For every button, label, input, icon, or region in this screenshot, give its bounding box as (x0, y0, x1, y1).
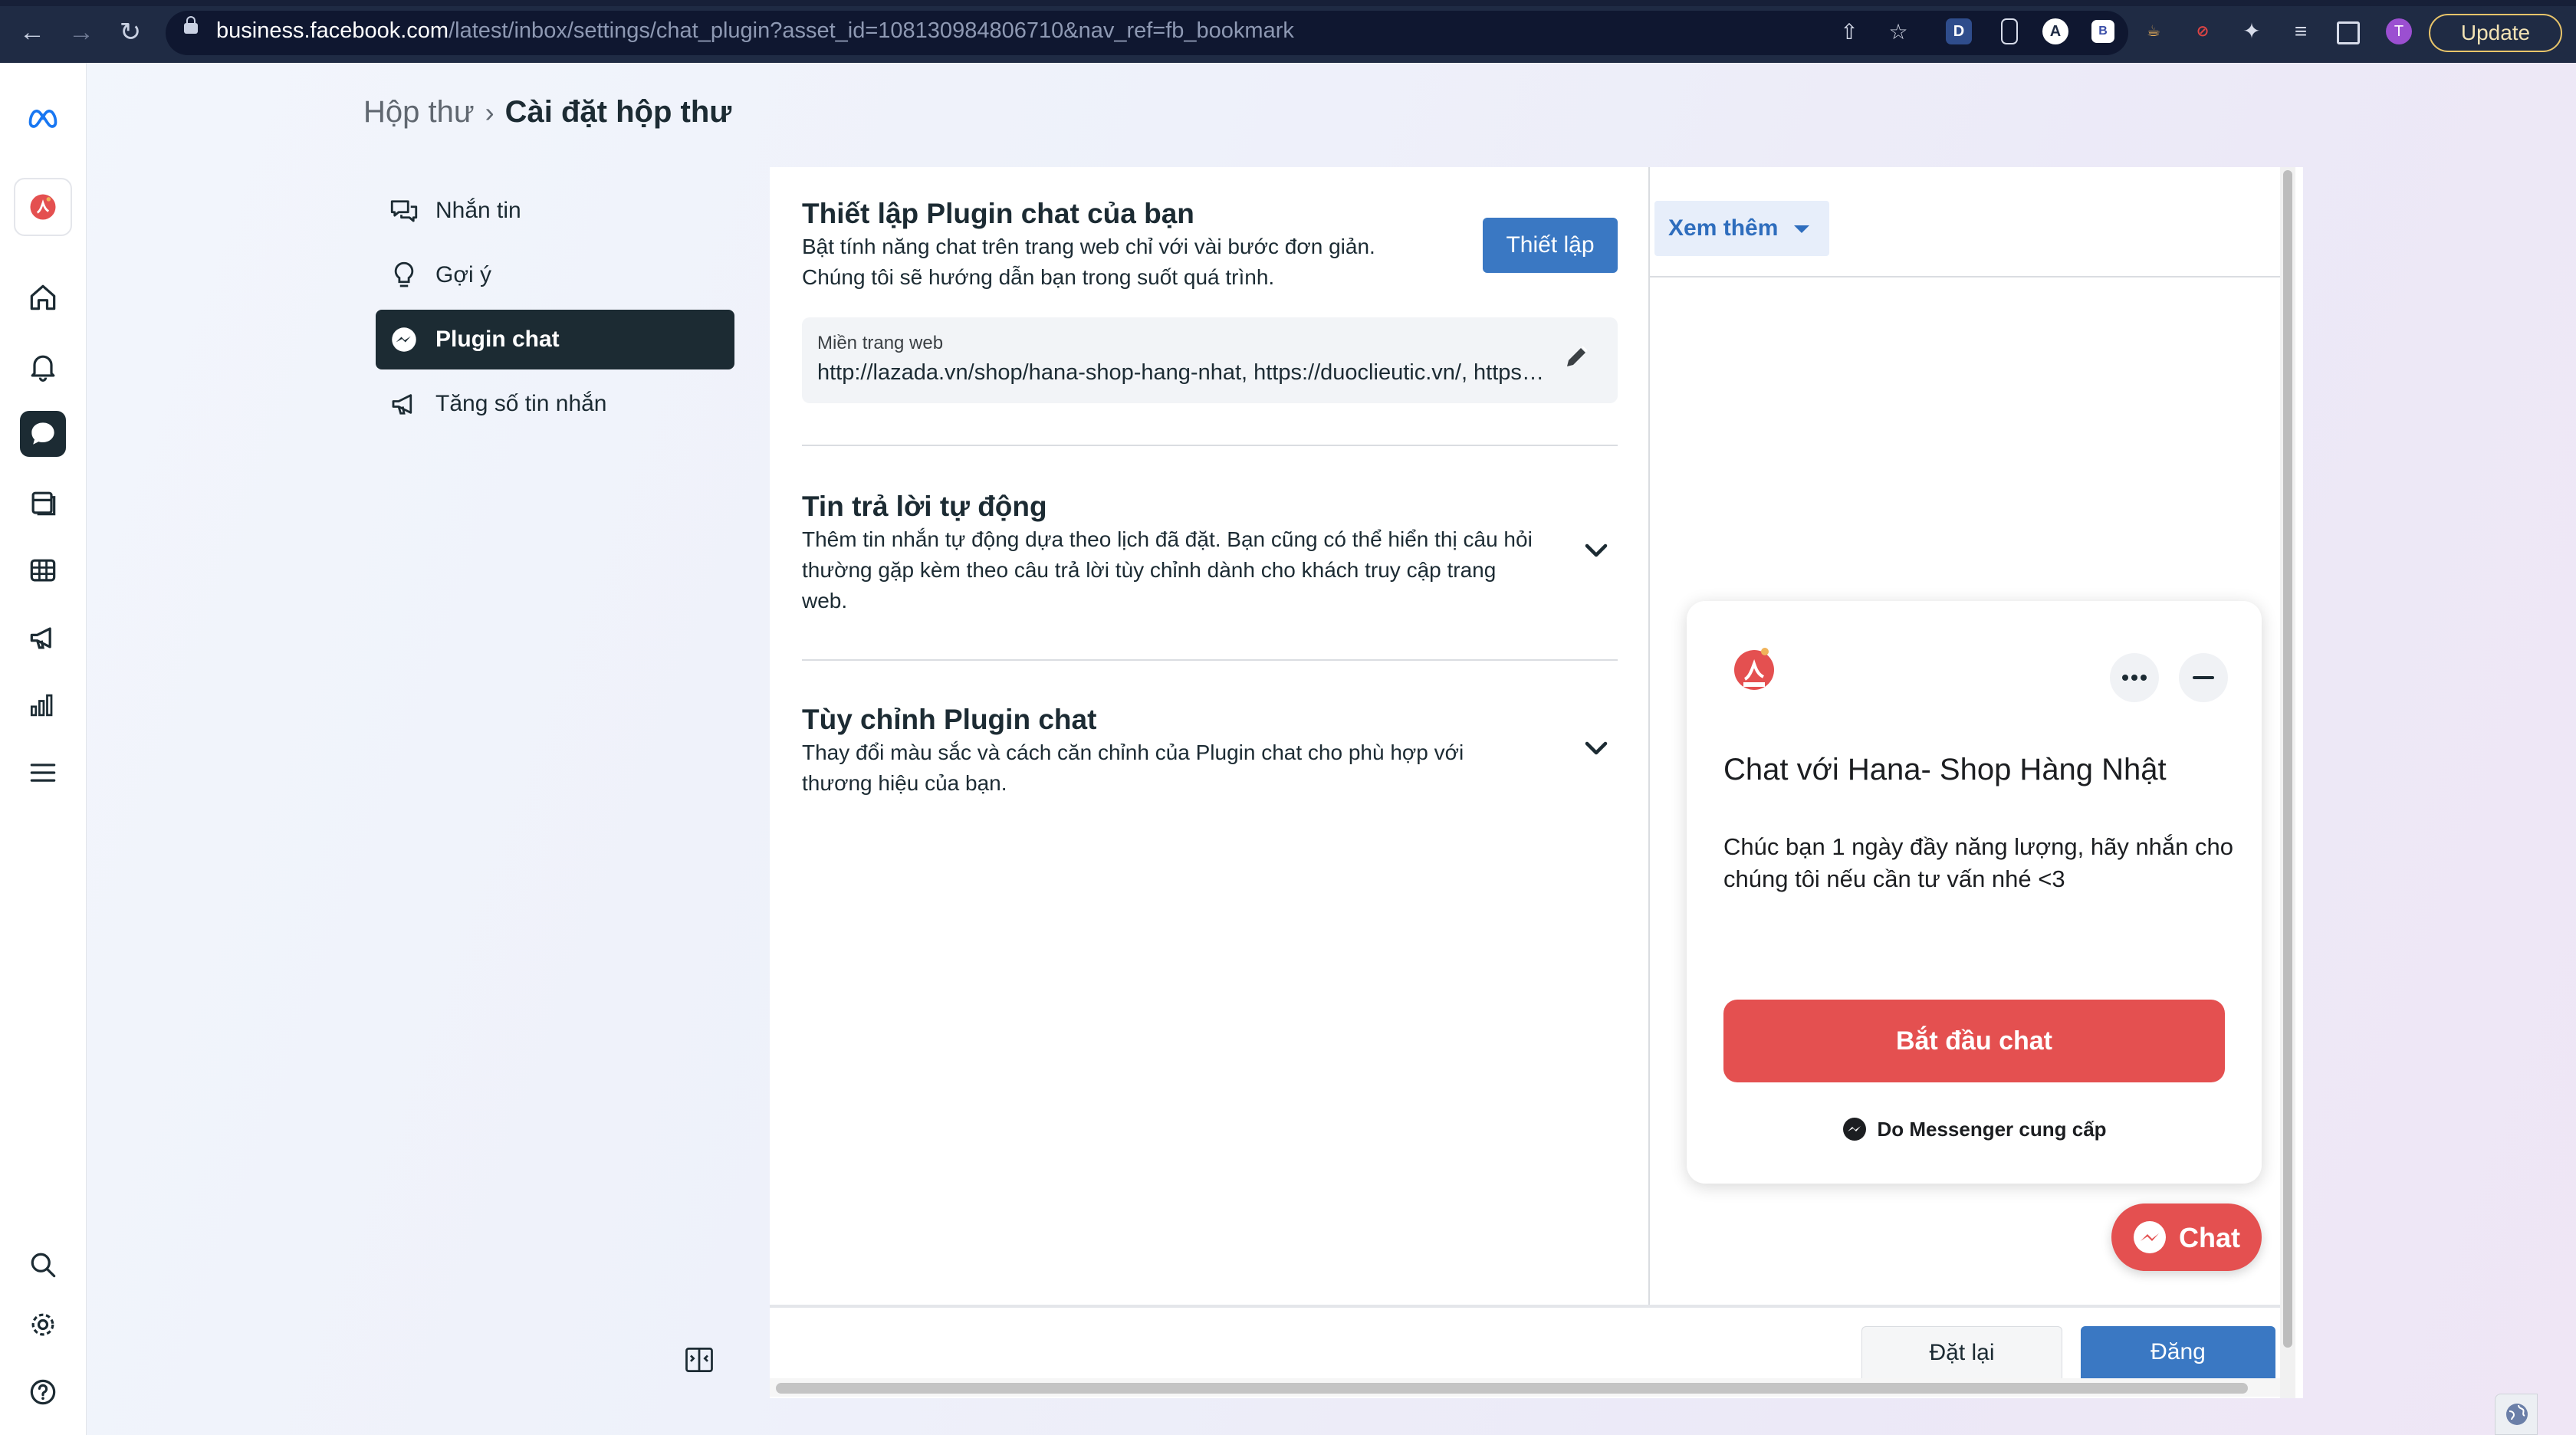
shop-logo-icon[interactable] (14, 178, 72, 236)
home-icon[interactable] (20, 274, 66, 320)
address-url[interactable]: business.facebook.com/latest/inbox/setti… (216, 18, 1294, 44)
start-chat-button[interactable]: Bắt đầu chat (1723, 1000, 2225, 1082)
reset-button[interactable]: Đặt lại (1861, 1326, 2062, 1378)
subnav-label: Gợi ý (435, 262, 492, 287)
bell-icon[interactable] (20, 343, 66, 389)
inbox-icon[interactable] (20, 411, 66, 457)
globe-icon (2506, 1404, 2528, 1425)
star-icon[interactable]: ☆ (1886, 20, 1911, 44)
customize-description: Thay đổi màu sắc và cách căn chỉnh của P… (802, 740, 1464, 795)
puzzle-icon[interactable]: ✦ (2239, 18, 2265, 44)
breadcrumb-parent[interactable]: Hộp thư (363, 95, 475, 129)
insights-chart-icon[interactable] (20, 682, 66, 728)
section-divider (802, 445, 1618, 446)
subnav-label: Plugin chat (435, 327, 560, 352)
messenger-icon (1843, 1118, 1867, 1141)
reading-list-icon[interactable]: ≡ (2288, 18, 2314, 44)
caret-down-icon (1794, 225, 1809, 233)
breadcrumb: Hộp thư › Cài đặt hộp thư (363, 95, 731, 130)
profile-avatar[interactable]: T (2386, 18, 2412, 44)
extension-cup-icon[interactable]: ☕ (2141, 18, 2167, 44)
language-button[interactable] (2495, 1394, 2538, 1435)
back-arrow-icon[interactable]: ← (17, 17, 48, 48)
lock-icon (184, 16, 198, 34)
reload-icon[interactable]: ↻ (115, 17, 146, 48)
lightbulb-icon (394, 261, 414, 287)
minus-icon (2193, 676, 2214, 679)
setup-description-line1: Bật tính năng chat trên trang web chỉ vớ… (802, 235, 1375, 258)
menu-icon[interactable] (20, 750, 66, 796)
chat-launcher-button[interactable]: Chat (2111, 1203, 2262, 1271)
table-icon[interactable] (20, 547, 66, 593)
domain-value: http://lazada.vn/shop/hana-shop-hang-nha… (817, 360, 1546, 385)
scrollbar-thumb[interactable] (2283, 170, 2292, 1348)
megaphone-icon (392, 394, 412, 415)
publish-button[interactable]: Đăng (2081, 1326, 2275, 1378)
chat-plugin-preview-card: Chat với Hana- Shop Hàng Nhật Chúc bạn 1… (1687, 601, 2262, 1184)
gear-icon[interactable] (20, 1302, 66, 1348)
subnav-item-plugin-chat[interactable]: Plugin chat (376, 310, 734, 369)
chat-card-title: Chat với Hana- Shop Hàng Nhật (1723, 753, 2167, 786)
extension-stop-icon[interactable]: ⊘ (2190, 18, 2216, 44)
messenger-icon (392, 327, 416, 352)
posts-icon[interactable] (20, 480, 66, 526)
extension-a-icon[interactable]: A (2042, 18, 2068, 44)
messenger-icon (2134, 1221, 2166, 1253)
chat-launcher-label: Chat (2179, 1222, 2240, 1253)
setup-title: Thiết lập Plugin chat của bạn (802, 198, 1194, 229)
more-options-button[interactable] (2110, 653, 2159, 702)
tab-strip-edge (0, 0, 2576, 6)
side-panel-icon[interactable] (2337, 21, 2360, 44)
subnav-label: Nhắn tin (435, 198, 521, 223)
meta-logo-icon[interactable] (20, 95, 66, 141)
subnav-item-messaging[interactable]: Nhắn tin (376, 181, 734, 241)
chevron-right-icon: › (485, 97, 495, 128)
collapse-panel-icon[interactable] (682, 1343, 716, 1377)
chevron-down-icon[interactable] (1579, 534, 1613, 567)
chat-bubbles-icon (390, 200, 418, 222)
powered-by-messenger: Do Messenger cung cấp (1687, 1116, 2262, 1142)
megaphone-icon[interactable] (20, 615, 66, 661)
auto-reply-title: Tin trả lời tự động (802, 491, 1047, 522)
shop-logo-icon (1734, 648, 1774, 690)
left-rail (0, 63, 87, 1435)
domain-label: Miền trang web (817, 333, 944, 353)
see-more-dropdown[interactable]: Xem thêm (1654, 201, 1829, 256)
section-divider (802, 659, 1618, 661)
page-title: Cài đặt hộp thư (504, 95, 732, 129)
pencil-icon[interactable] (1561, 342, 1592, 373)
minimize-button[interactable] (2179, 653, 2228, 702)
see-more-label: Xem thêm (1668, 215, 1779, 241)
subnav-item-boost-messages[interactable]: Tăng số tin nhắn (376, 374, 734, 434)
phone-icon[interactable] (2001, 18, 2018, 44)
search-icon[interactable] (20, 1242, 66, 1288)
chevron-down-icon[interactable] (1579, 731, 1613, 765)
setup-button[interactable]: Thiết lập (1483, 218, 1618, 273)
share-icon[interactable]: ⇧ (1837, 20, 1861, 44)
horizontal-scrollbar[interactable] (770, 1378, 2280, 1397)
update-button[interactable]: Update (2429, 14, 2562, 52)
auto-reply-description: Thêm tin nhắn tự động dựa theo lịch đã đ… (802, 527, 1533, 612)
scrollbar-thumb[interactable] (776, 1383, 2248, 1394)
customize-title: Tùy chỉnh Plugin chat (802, 704, 1097, 735)
vertical-scrollbar[interactable] (2280, 167, 2295, 1398)
website-domain-field[interactable]: Miền trang web http://lazada.vn/shop/han… (802, 317, 1618, 403)
forward-arrow-icon[interactable]: → (66, 17, 97, 48)
greeting-message: Chúc bạn 1 ngày đầy năng lượng, hãy nhắn… (1723, 833, 2234, 892)
subnav-item-suggestions[interactable]: Gợi ý (376, 245, 734, 305)
setup-description-line2: Chúng tôi sẽ hướng dẫn bạn trong suốt qu… (802, 265, 1275, 289)
extension-b-icon[interactable]: B (2091, 20, 2114, 43)
extension-d-icon[interactable]: D (1946, 18, 1972, 44)
help-icon[interactable] (20, 1369, 66, 1415)
subnav-label: Tăng số tin nhắn (435, 391, 607, 416)
more-dots-icon (2122, 675, 2147, 681)
